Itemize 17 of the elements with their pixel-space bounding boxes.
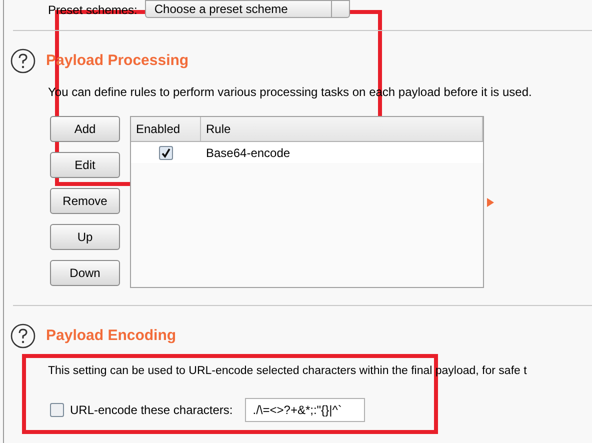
action-button[interactable]: Add bbox=[50, 116, 120, 142]
checkbox[interactable] bbox=[50, 403, 64, 418]
action-button[interactable]: Up bbox=[50, 224, 120, 250]
table-cell-text: Base64-encode bbox=[205, 144, 292, 162]
action-button[interactable]: Down bbox=[50, 260, 120, 286]
column-header[interactable]: Rule bbox=[201, 117, 483, 141]
checkbox-label: URL-encode these characters: bbox=[70, 402, 233, 420]
characters-field[interactable]: ./\=<>?+&*;:"{}|^` bbox=[244, 398, 365, 422]
help-icon[interactable] bbox=[10, 323, 36, 349]
action-button[interactable]: Remove bbox=[50, 188, 120, 214]
action-button[interactable]: Edit bbox=[50, 152, 120, 178]
section-title: Payload Encoding bbox=[46, 326, 176, 346]
preset-dropdown[interactable]: Choose a preset scheme bbox=[145, 0, 350, 18]
column-header[interactable]: Enabled bbox=[131, 117, 201, 141]
checkbox[interactable] bbox=[159, 146, 173, 160]
triangle-icon bbox=[487, 198, 494, 207]
help-icon[interactable] bbox=[10, 48, 36, 74]
